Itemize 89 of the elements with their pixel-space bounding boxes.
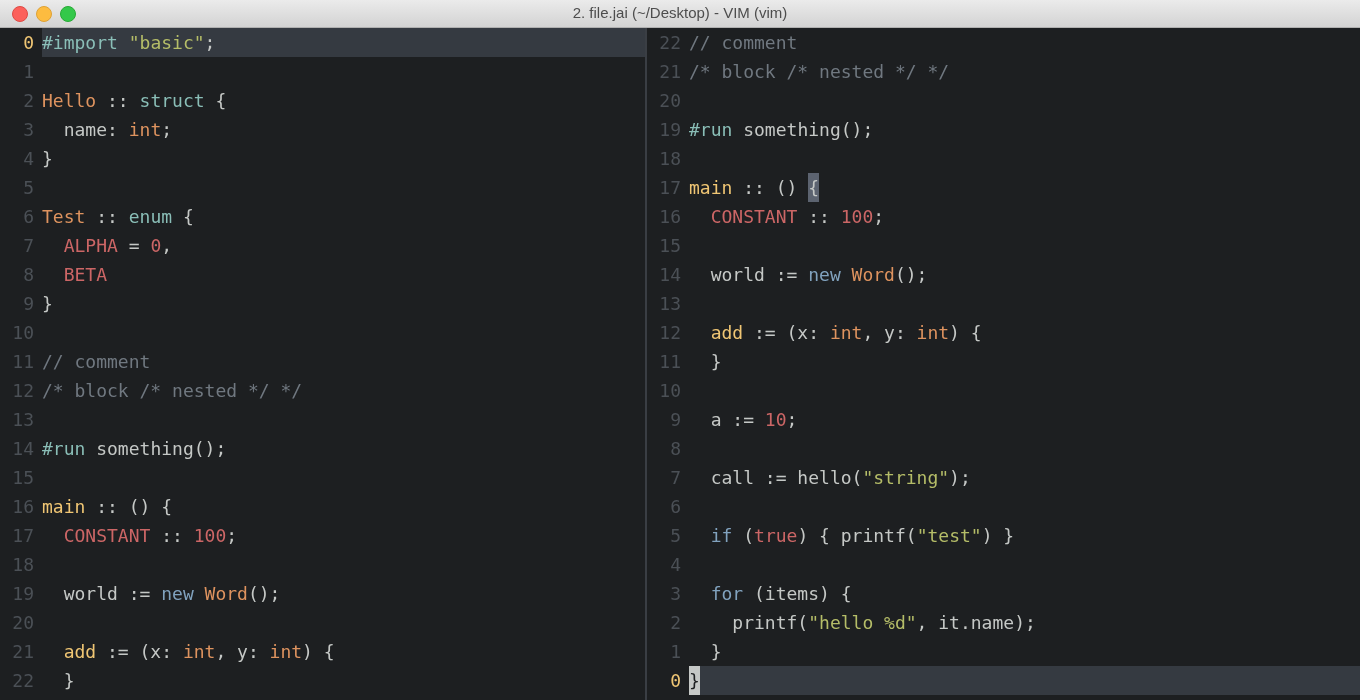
code-token: CONSTANT bbox=[62, 524, 151, 548]
code-token: { bbox=[181, 205, 194, 229]
code-token: add bbox=[62, 640, 97, 664]
code-token: for bbox=[709, 582, 744, 606]
code-token: // comment bbox=[689, 31, 798, 55]
code-token: ; bbox=[226, 524, 238, 548]
code-token: :: bbox=[106, 89, 130, 113]
code-token: #run bbox=[42, 437, 86, 461]
code-token: "test" bbox=[916, 524, 982, 548]
code-token: := (x: bbox=[753, 321, 821, 345]
code-token: 0 bbox=[150, 234, 162, 258]
code-token: add bbox=[709, 321, 744, 345]
code-token: :: bbox=[807, 205, 831, 229]
code-token: int bbox=[182, 640, 216, 664]
code-token: 100 bbox=[840, 205, 874, 229]
code-token: "hello %d" bbox=[808, 611, 917, 635]
code-token: new bbox=[161, 582, 195, 606]
code-token: struct bbox=[139, 89, 205, 113]
code-token: ) } bbox=[981, 524, 1015, 548]
code-token: #run bbox=[689, 118, 733, 142]
code-token: Word bbox=[851, 263, 895, 287]
zoom-button[interactable] bbox=[60, 6, 76, 22]
code-token: int bbox=[269, 640, 303, 664]
code-token: = bbox=[127, 234, 141, 258]
code-token: int bbox=[128, 118, 162, 142]
code-token: BETA bbox=[62, 263, 108, 287]
code-token: a := bbox=[709, 408, 756, 432]
code-token: new bbox=[808, 263, 842, 287]
code-token: enum bbox=[128, 205, 173, 229]
code-token: "string" bbox=[862, 466, 950, 490]
code-token: :: () { bbox=[95, 495, 173, 519]
code-token: ; bbox=[161, 118, 173, 142]
code-token: if bbox=[709, 524, 733, 548]
code-token: printf( bbox=[731, 611, 809, 635]
code-token: } bbox=[62, 669, 75, 693]
code-token: ) { bbox=[302, 640, 335, 664]
close-button[interactable] bbox=[12, 6, 28, 22]
code-token: true bbox=[754, 524, 798, 548]
code-token: ) { printf( bbox=[797, 524, 917, 548]
code-token: main bbox=[42, 495, 86, 519]
code-token: , it.name); bbox=[916, 611, 1036, 635]
code-token: , y: bbox=[862, 321, 907, 345]
code-token: something(); bbox=[742, 118, 874, 142]
code-token: ALPHA bbox=[62, 234, 118, 258]
code-token: name: bbox=[62, 118, 119, 142]
code-token: :: () bbox=[742, 176, 799, 200]
code-token: 100 bbox=[193, 524, 227, 548]
code-token: { bbox=[214, 89, 227, 113]
code-token: ); bbox=[949, 466, 971, 490]
code-token: :: bbox=[95, 205, 119, 229]
code-token: call := hello( bbox=[709, 466, 863, 490]
code-token: } bbox=[42, 147, 53, 171]
code-token: /* block /* nested */ */ bbox=[42, 379, 303, 403]
code-token: 10 bbox=[764, 408, 787, 432]
code-token: world := bbox=[709, 263, 799, 287]
code-token: ; bbox=[204, 31, 216, 55]
code-token: main bbox=[689, 176, 733, 200]
window-title: 2. file.jai (~/Desktop) - VIM (vim) bbox=[572, 3, 788, 24]
code-token: Word bbox=[204, 582, 248, 606]
code-token: := (x: bbox=[106, 640, 174, 664]
code-token: (items) { bbox=[753, 582, 852, 606]
line-number: 0 bbox=[669, 669, 681, 693]
minimize-button[interactable] bbox=[36, 6, 52, 22]
code-token: // comment bbox=[42, 350, 151, 374]
code-token: CONSTANT bbox=[709, 205, 798, 229]
code-token: int bbox=[916, 321, 950, 345]
code-token: ; bbox=[786, 408, 798, 432]
code-token: Hello bbox=[42, 89, 97, 113]
code-token: /* block /* nested */ */ bbox=[689, 60, 950, 84]
code-token: something(); bbox=[95, 437, 227, 461]
cursor: } bbox=[689, 666, 700, 695]
line-number: 0 bbox=[22, 31, 34, 55]
code-token: ( bbox=[742, 524, 755, 548]
code-token: ; bbox=[873, 205, 885, 229]
code-token: int bbox=[829, 321, 863, 345]
code-token: Test bbox=[42, 205, 86, 229]
code-token: } bbox=[42, 292, 53, 316]
code-token: (); bbox=[247, 582, 281, 606]
matched-bracket: { bbox=[808, 173, 820, 202]
code-token: "basic" bbox=[128, 31, 205, 55]
code-token: } bbox=[709, 640, 722, 664]
code-token: , y: bbox=[215, 640, 260, 664]
code-token: :: bbox=[160, 524, 184, 548]
code-token: } bbox=[709, 350, 722, 374]
code-token: world := bbox=[62, 582, 152, 606]
code-token: (); bbox=[894, 263, 928, 287]
code-token: #import bbox=[42, 31, 119, 55]
code-token: ) { bbox=[949, 321, 982, 345]
code-token: , bbox=[161, 234, 173, 258]
